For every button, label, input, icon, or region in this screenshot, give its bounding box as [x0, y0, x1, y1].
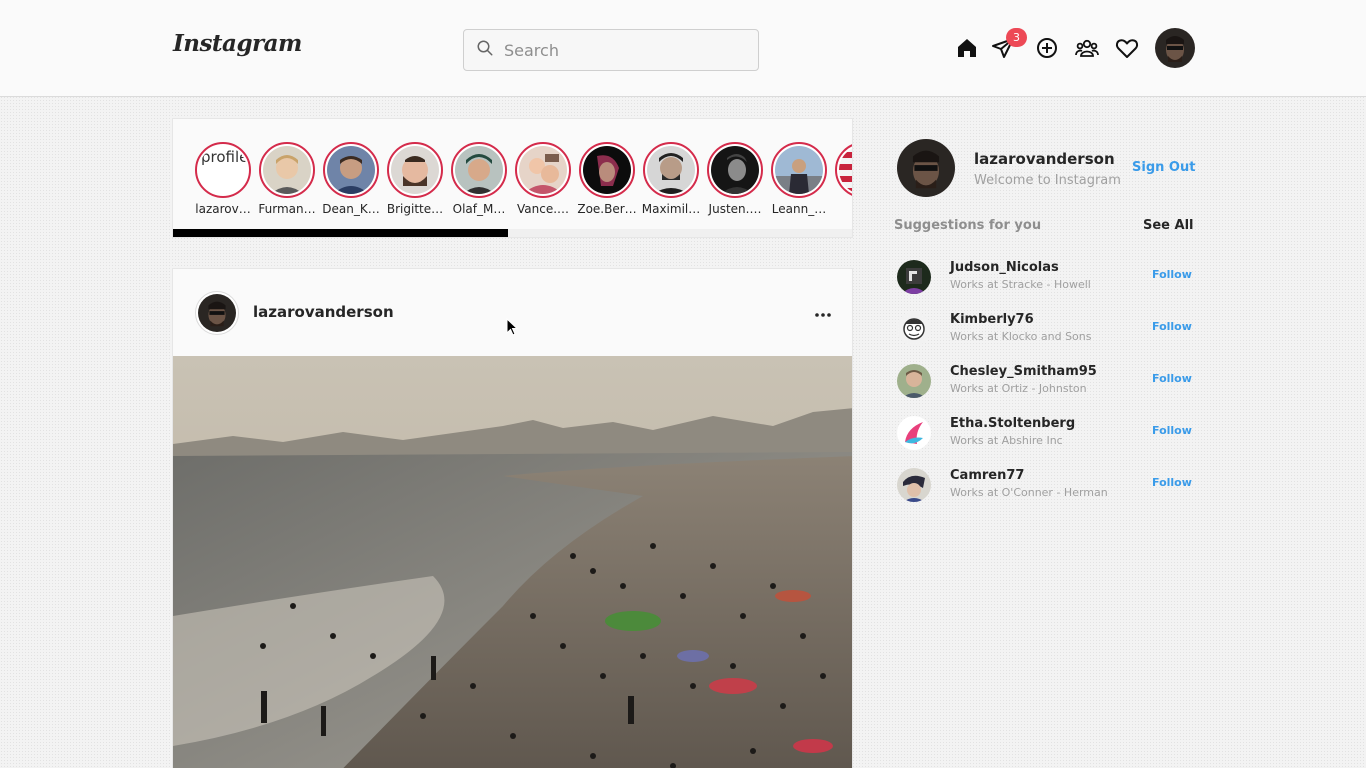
story-username: Justen.… [708, 202, 762, 216]
current-username[interactable]: lazarovanderson [974, 150, 1115, 168]
story-item[interactable]: Vance.… [513, 142, 573, 216]
follow-button[interactable]: Follow [1152, 424, 1192, 437]
image-alt-text: profile [201, 148, 247, 166]
welcome-text: Welcome to Instagram [974, 173, 1121, 188]
stories-bar: profile lazarov… Furman… Dean_K… Brigitt… [172, 118, 853, 238]
suggestions-heading: Suggestions for you [894, 218, 1042, 233]
suggestion-avatar[interactable] [897, 468, 931, 502]
suggestion-description: Works at Abshire Inc [950, 434, 1063, 447]
story-item[interactable]: Zoe.Ber… [577, 142, 637, 216]
story-username: Maximil… [641, 202, 701, 216]
story-username: Mo [833, 202, 852, 216]
follow-button[interactable]: Follow [1152, 320, 1192, 333]
search-box[interactable] [463, 29, 759, 71]
story-avatar [391, 146, 439, 194]
follow-button[interactable]: Follow [1152, 372, 1192, 385]
suggestion-username[interactable]: Chesley_Smitham95 [950, 364, 1097, 379]
home-icon[interactable] [955, 36, 979, 60]
story-avatar [519, 146, 567, 194]
story-username: Zoe.Ber… [577, 202, 637, 216]
story-ring: profile [195, 142, 251, 198]
suggestion-item: Kimberly76 Works at Klocko and Sons Foll… [894, 312, 1194, 356]
messages-badge: 3 [1006, 28, 1027, 47]
search-icon [476, 39, 494, 61]
current-user-avatar[interactable] [897, 139, 955, 197]
post-author-avatar[interactable] [195, 291, 239, 335]
suggestion-avatar[interactable] [897, 416, 931, 450]
suggestion-description: Works at Klocko and Sons [950, 330, 1092, 343]
story-username: Furman… [258, 202, 316, 216]
story-username: Dean_K… [322, 202, 380, 216]
story-ring [451, 142, 507, 198]
new-post-icon[interactable] [1035, 36, 1059, 60]
more-options-icon[interactable] [813, 305, 833, 317]
suggestion-avatar[interactable] [897, 364, 931, 398]
story-item[interactable]: Mo [833, 142, 852, 216]
story-ring [835, 142, 852, 198]
story-ring [771, 142, 827, 198]
story-username: Brigitte… [386, 202, 444, 216]
feed-post: lazarovanderson [172, 268, 853, 768]
suggestion-username[interactable]: Etha.Stoltenberg [950, 416, 1075, 431]
story-ring [707, 142, 763, 198]
profile-avatar[interactable] [1155, 28, 1195, 68]
suggestion-avatar[interactable] [897, 260, 931, 294]
follow-button[interactable]: Follow [1152, 268, 1192, 281]
instagram-logo[interactable]: Instagram [173, 30, 302, 57]
suggestion-description: Works at Ortiz - Johnston [950, 382, 1087, 395]
story-avatar [711, 146, 759, 194]
story-ring [643, 142, 699, 198]
see-all-link[interactable]: See All [1143, 218, 1194, 233]
suggestion-username[interactable]: Camren77 [950, 468, 1024, 483]
sign-out-button[interactable]: Sign Out [1132, 160, 1195, 175]
top-navbar: Instagram 3 [0, 0, 1366, 97]
story-avatar [839, 146, 852, 194]
story-username: Leann_… [771, 202, 827, 216]
story-item[interactable]: Furman… [257, 142, 317, 216]
suggestion-item: Judson_Nicolas Works at Stracke - Howell… [894, 260, 1194, 304]
story-avatar [775, 146, 823, 194]
story-username: Vance.… [516, 202, 570, 216]
follow-button[interactable]: Follow [1152, 476, 1192, 489]
stories-scrollbar[interactable] [173, 229, 852, 237]
heart-icon[interactable] [1115, 36, 1139, 60]
suggestion-item: Camren77 Works at O'Conner - Herman Foll… [894, 468, 1194, 512]
story-item[interactable]: Brigitte… [385, 142, 445, 216]
suggestion-avatar[interactable] [897, 312, 931, 346]
story-username: lazarov… [195, 202, 251, 216]
story-avatar [583, 146, 631, 194]
suggestion-item: Chesley_Smitham95 Works at Ortiz - Johns… [894, 364, 1194, 408]
story-item[interactable]: Leann_… [769, 142, 829, 216]
story-avatar [647, 146, 695, 194]
scrollbar-thumb[interactable] [173, 229, 508, 237]
post-photo[interactable] [173, 356, 852, 768]
story-item[interactable]: profile lazarov… [193, 142, 253, 216]
story-ring [579, 142, 635, 198]
story-avatar [327, 146, 375, 194]
story-item[interactable]: Justen.… [705, 142, 765, 216]
post-author-username[interactable]: lazarovanderson [253, 303, 394, 321]
story-ring [387, 142, 443, 198]
suggestion-username[interactable]: Judson_Nicolas [950, 260, 1059, 275]
search-input[interactable] [504, 40, 744, 60]
suggestion-description: Works at Stracke - Howell [950, 278, 1091, 291]
story-ring [323, 142, 379, 198]
story-ring [515, 142, 571, 198]
story-avatar [263, 146, 311, 194]
story-item[interactable]: Maximil… [641, 142, 701, 216]
people-icon[interactable] [1075, 36, 1099, 60]
broken-image-icon: profile [199, 146, 247, 194]
suggestion-description: Works at O'Conner - Herman [950, 486, 1108, 499]
story-item[interactable]: Dean_K… [321, 142, 381, 216]
suggestion-item: Etha.Stoltenberg Works at Abshire Inc Fo… [894, 416, 1194, 460]
mouse-cursor-icon [506, 317, 520, 338]
story-username: Olaf_M… [452, 202, 506, 216]
suggestion-username[interactable]: Kimberly76 [950, 312, 1034, 327]
story-item[interactable]: Olaf_M… [449, 142, 509, 216]
story-ring [259, 142, 315, 198]
story-avatar [455, 146, 503, 194]
